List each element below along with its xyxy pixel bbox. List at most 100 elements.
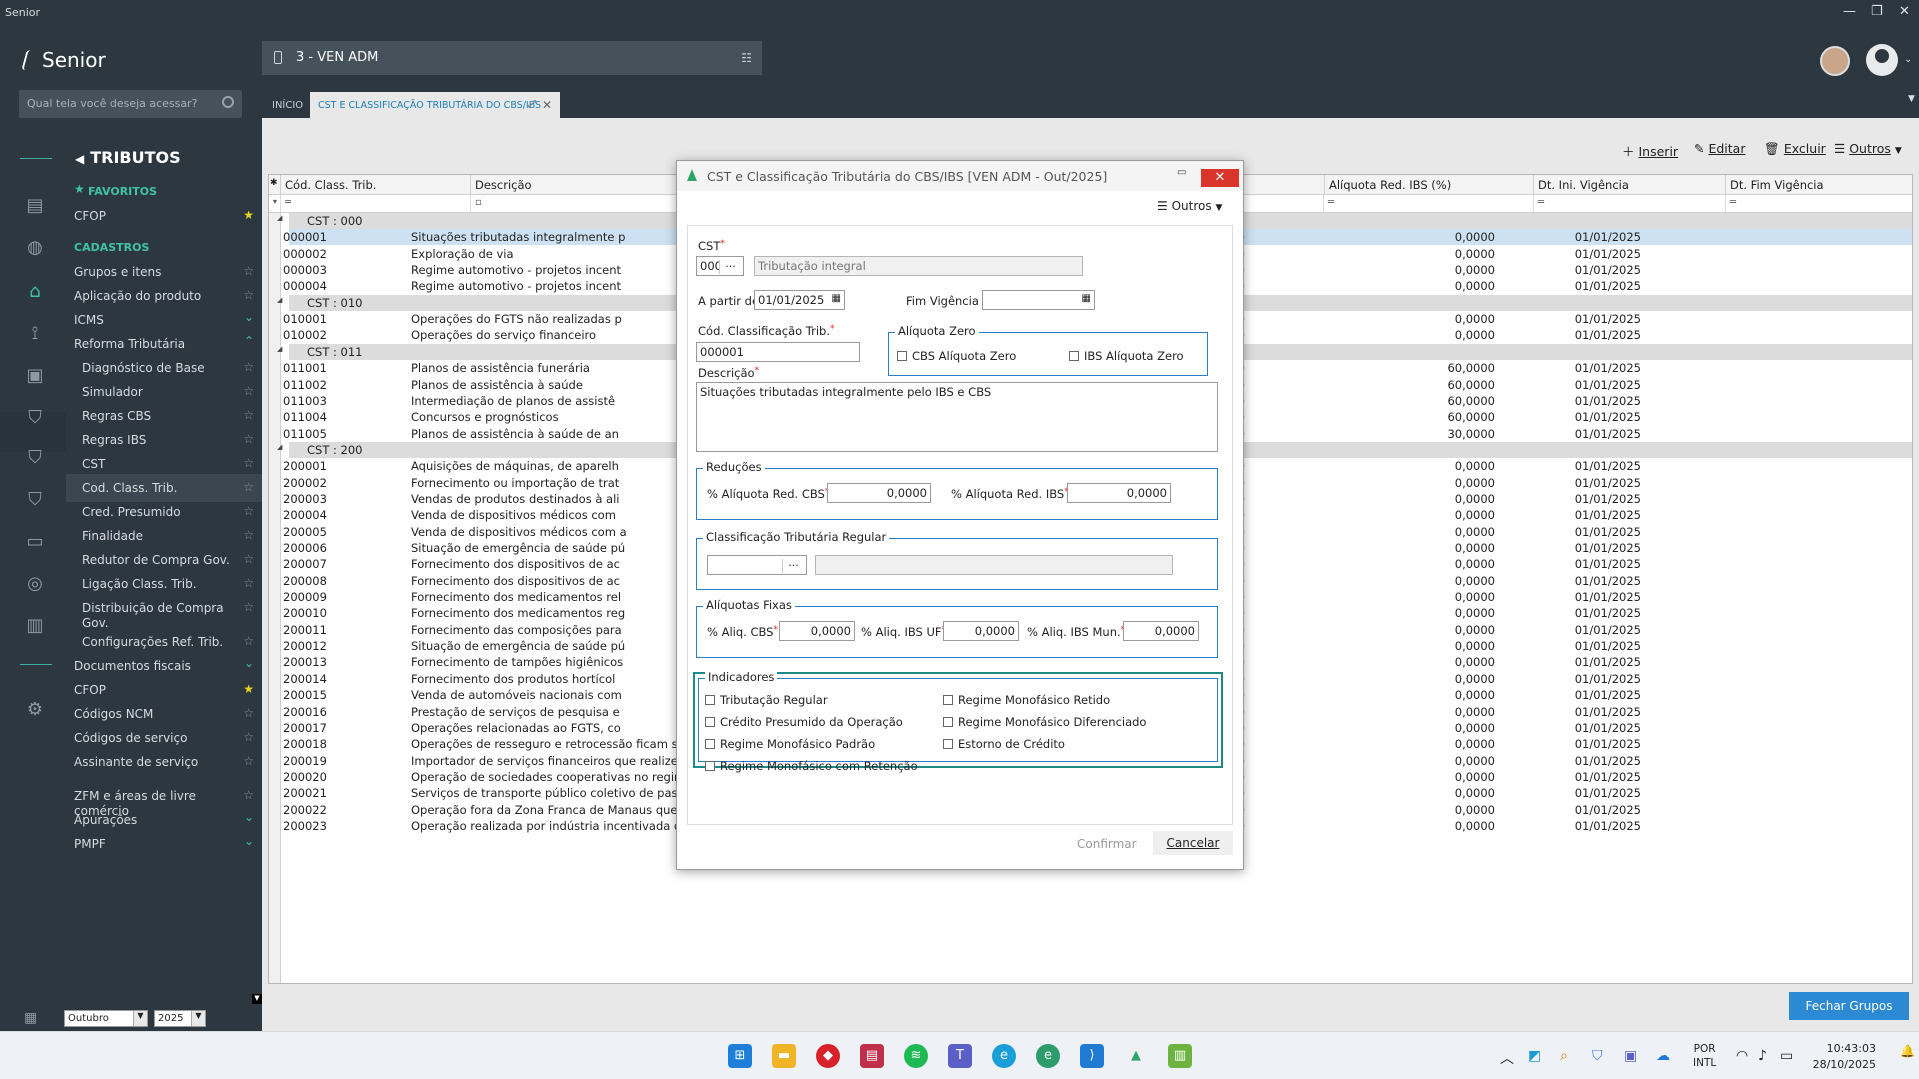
star-outline-icon[interactable]: ☆ xyxy=(243,552,254,566)
dialog-titlebar[interactable]: CST e Classificação Tributária do CBS/IB… xyxy=(677,161,1243,191)
col-header-code[interactable]: Cód. Class. Trib. xyxy=(281,175,471,195)
ind-tributacao-regular-checkbox[interactable]: Tributação Regular xyxy=(705,693,828,707)
module-shield2-icon[interactable]: ⛉ xyxy=(24,448,46,468)
ind-monofasico-padrao-checkbox[interactable]: Regime Monofásico Padrão xyxy=(705,737,875,751)
back-chevron-icon[interactable]: ◀ xyxy=(75,152,84,166)
checkbox-box[interactable] xyxy=(705,761,715,771)
star-outline-icon[interactable]: ☆ xyxy=(243,730,254,744)
ind-monofasico-retencao-checkbox[interactable]: Regime Monofásico com Retenção xyxy=(705,759,918,773)
star-outline-icon[interactable]: ☆ xyxy=(243,456,254,470)
senior-logo[interactable]: Senior xyxy=(21,48,106,72)
month-dropdown-icon[interactable]: ▼ xyxy=(133,1011,147,1026)
checkbox-box[interactable] xyxy=(943,717,953,727)
profile-menu-icon[interactable] xyxy=(1866,44,1898,76)
ind-credito-presumido-checkbox[interactable]: Crédito Presumido da Operação xyxy=(705,715,903,729)
star-outline-icon[interactable]: ☆ xyxy=(243,600,254,614)
expand-icon[interactable]: ◢ xyxy=(277,443,282,451)
menu-item-23[interactable]: Assinante de serviço ☆ xyxy=(66,748,262,776)
settings-app-icon[interactable]: ▤ xyxy=(860,1044,884,1068)
star-outline-icon[interactable]: ☆ xyxy=(243,264,254,278)
grid-settings-icon[interactable]: ✱ xyxy=(269,175,281,195)
fix-mun-input[interactable]: 0,0000 xyxy=(1123,621,1199,641)
insert-button[interactable]: ＋ Inserir xyxy=(1622,141,1678,160)
dialog-others-button[interactable]: ☰ Outros ▼ xyxy=(1157,199,1222,213)
star-outline-icon[interactable]: ☆ xyxy=(243,754,254,768)
close-groups-button[interactable]: Fechar Grupos xyxy=(1789,992,1909,1020)
red-cbs-input[interactable]: 0,0000 xyxy=(827,483,931,503)
wifi-icon[interactable]: ◠ xyxy=(1736,1048,1748,1064)
menu-item-17[interactable]: Distribuição de Compra Gov. ☆ xyxy=(66,594,262,632)
calendar-icon[interactable]: ▦ xyxy=(1082,293,1091,304)
chevron-up-icon[interactable]: ⌃ xyxy=(244,334,254,348)
chevron-down-icon[interactable]: ⌄ xyxy=(244,310,254,324)
star-outline-icon[interactable]: ☆ xyxy=(243,706,254,720)
module-cadastros-icon[interactable]: ▤ xyxy=(24,196,46,216)
ind-estorno-credito-checkbox[interactable]: Estorno de Crédito xyxy=(943,737,1065,751)
star-outline-icon[interactable]: ☆ xyxy=(243,408,254,422)
confirm-button[interactable]: Confirmar xyxy=(1077,837,1137,851)
dialog-close-button[interactable]: ✕ xyxy=(1201,169,1239,187)
environment-selector[interactable]: 3 - VEN ADM ☷ xyxy=(262,41,762,75)
col-header-red-ibs[interactable]: Alíquota Red. IBS (%) xyxy=(1324,175,1534,195)
minimize-button[interactable]: — xyxy=(1843,4,1856,19)
code-input[interactable]: 000001 xyxy=(696,342,860,362)
chevron-down-icon[interactable]: ⌄ xyxy=(244,810,254,824)
vscode-icon[interactable]: ⟩ xyxy=(1080,1044,1104,1068)
star-outline-icon[interactable]: ☆ xyxy=(243,432,254,446)
checkbox-box[interactable] xyxy=(897,351,907,361)
star-outline-icon[interactable]: ☆ xyxy=(243,504,254,518)
star-outline-icon[interactable]: ☆ xyxy=(243,528,254,542)
description-textarea[interactable]: Situações tributadas integralmente pelo … xyxy=(696,382,1218,452)
menu-item-26[interactable]: PMPF ⌄ xyxy=(66,830,262,858)
menu-item-1[interactable]: CFOP ★ xyxy=(66,202,262,230)
tray-expand-icon[interactable]: ︿ xyxy=(1500,1048,1514,1068)
checkbox-box[interactable] xyxy=(705,717,715,727)
red-ibs-input[interactable]: 0,0000 xyxy=(1067,483,1171,503)
cancel-button[interactable]: Cancelar xyxy=(1153,831,1233,855)
checkbox-box[interactable] xyxy=(1069,351,1079,361)
notification-icon[interactable]: 🔔 xyxy=(1900,1044,1915,1064)
tray-defender-icon[interactable]: ⛉ xyxy=(1592,1048,1603,1064)
end-date-input[interactable]: ▦ xyxy=(982,290,1095,310)
restore-button[interactable]: ❐ xyxy=(1871,4,1883,19)
star-outline-icon[interactable]: ☆ xyxy=(243,634,254,648)
delete-button[interactable]: 🗑 Excluir xyxy=(1764,141,1826,157)
calendar-icon[interactable]: ▦ xyxy=(832,293,841,304)
dx-app-icon[interactable]: ◆ xyxy=(816,1044,840,1068)
others-button[interactable]: ☰ Outros ▼ xyxy=(1834,141,1902,156)
user-avatar[interactable] xyxy=(1820,46,1850,76)
tab-home[interactable]: INÍCIO xyxy=(272,100,303,111)
expand-icon[interactable]: ◢ xyxy=(277,345,282,353)
search-icon[interactable] xyxy=(222,96,234,108)
year-dropdown-icon[interactable]: ▼ xyxy=(191,1011,205,1026)
edge-dev-icon[interactable]: e xyxy=(1036,1044,1060,1068)
chevron-down-icon[interactable]: ⌄ xyxy=(244,834,254,848)
module-monitor-icon[interactable]: ▭ xyxy=(24,532,46,552)
checkbox-box[interactable] xyxy=(943,695,953,705)
teams-icon[interactable]: T xyxy=(948,1044,972,1068)
profile-chevron-icon[interactable]: ⌄ xyxy=(1904,54,1912,65)
year-select[interactable]: 2025 ▼ xyxy=(154,1010,206,1027)
cbs-zero-checkbox[interactable]: CBS Alíquota Zero xyxy=(897,349,1016,363)
language-indicator[interactable]: POR INTL xyxy=(1693,1042,1716,1070)
expand-icon[interactable]: ◢ xyxy=(277,214,282,222)
checkbox-box[interactable] xyxy=(705,695,715,705)
tray-search-icon[interactable]: ⌕ xyxy=(1560,1048,1568,1064)
star-outline-icon[interactable]: ☆ xyxy=(243,384,254,398)
filter-start[interactable]: ═ xyxy=(1534,195,1726,213)
favorite-star-icon[interactable]: ★ xyxy=(243,682,254,696)
module-report-icon[interactable]: ▥ xyxy=(24,616,46,636)
regular-class-lookup-icon[interactable]: ... xyxy=(782,557,804,573)
tray-app-icon[interactable]: ◩ xyxy=(1528,1048,1541,1064)
battery-icon[interactable]: ▭ xyxy=(1780,1048,1793,1064)
senior-taskbar-icon[interactable]: ▲ xyxy=(1124,1044,1148,1068)
col-header-end[interactable]: Dt. Fim Vigência xyxy=(1726,175,1912,195)
edge-icon[interactable]: e xyxy=(992,1044,1016,1068)
star-outline-icon[interactable]: ☆ xyxy=(243,288,254,302)
cst-lookup-icon[interactable]: ... xyxy=(719,258,741,274)
module-tag-icon[interactable]: ⟟ xyxy=(24,324,46,344)
module-document-icon[interactable]: ▣ xyxy=(24,366,46,386)
fix-cbs-input[interactable]: 0,0000 xyxy=(779,621,855,641)
edit-button[interactable]: ✎ Editar xyxy=(1694,141,1745,156)
settings-gear-icon[interactable]: ⚙ xyxy=(24,700,46,720)
